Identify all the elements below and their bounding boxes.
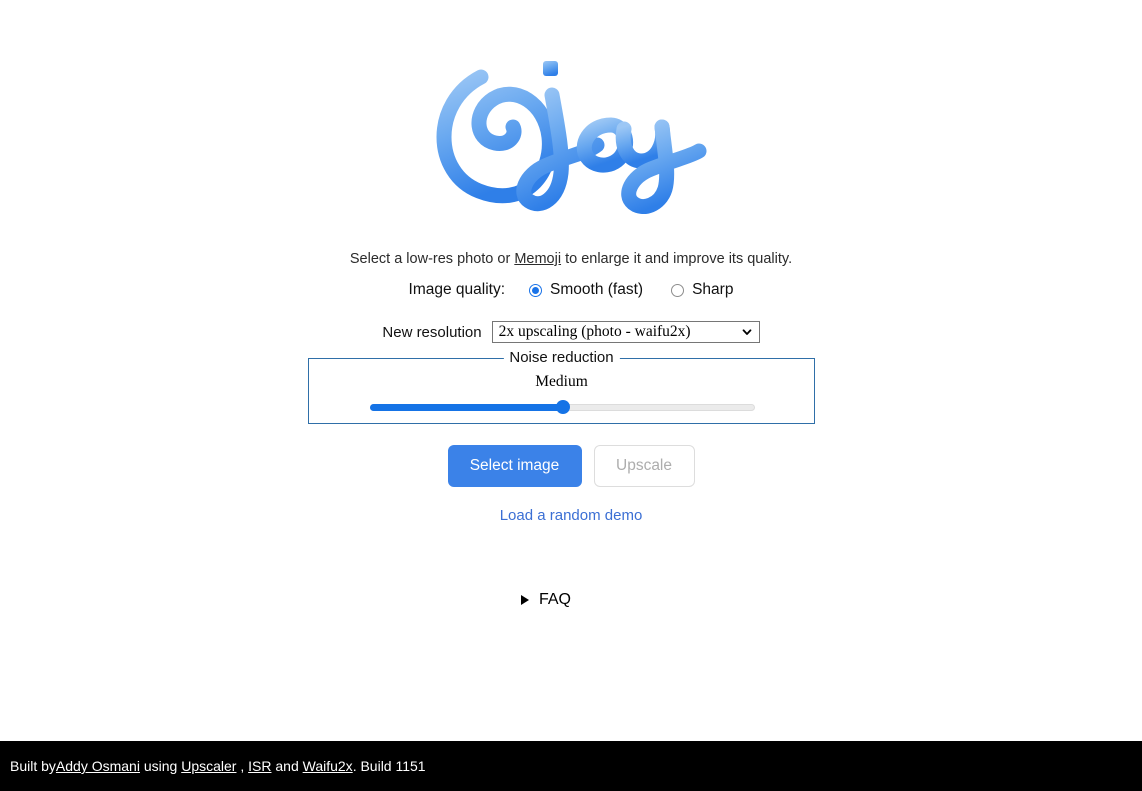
memoji-link[interactable]: Memoji [514, 251, 561, 267]
footer-separator-2: and [271, 758, 303, 774]
action-buttons: Select image Upscale [0, 445, 1142, 487]
radio-option-sharp[interactable]: Sharp [671, 281, 733, 299]
tagline-after: to enlarge it and improve its quality. [561, 251, 793, 267]
page-footer: Built by Addy Osmani using Upscaler , IS… [0, 741, 1142, 791]
tagline: Select a low-res photo or Memoji to enla… [0, 249, 1142, 269]
noise-reduction-slider[interactable] [370, 400, 755, 414]
radio-smooth-indicator[interactable] [529, 283, 543, 297]
demo-link-row: Load a random demo [0, 507, 1142, 525]
select-image-button[interactable]: Select image [447, 445, 582, 487]
upscale-button[interactable]: Upscale [593, 445, 695, 487]
disclosure-triangle-icon [520, 595, 529, 605]
load-random-demo-link[interactable]: Load a random demo [500, 507, 643, 524]
footer-isr-link[interactable]: ISR [248, 758, 271, 774]
noise-reduction-value: Medium [535, 373, 588, 390]
footer-using: using [139, 758, 182, 774]
radio-smooth-label: Smooth (fast) [550, 281, 644, 298]
tagline-before: Select a low-res photo or [349, 251, 515, 267]
slider-track-fill [370, 404, 563, 411]
new-resolution-row: New resolution 2x upscaling (photo - wai… [0, 321, 1142, 343]
radio-sharp-label: Sharp [692, 281, 734, 298]
faq-label: FAQ [538, 591, 571, 608]
noise-reduction-legend: Noise reduction [503, 349, 620, 366]
footer-upscaler-link[interactable]: Upscaler [181, 758, 236, 774]
app-logo [0, 28, 1142, 228]
footer-waifu2x-link[interactable]: Waifu2x [303, 758, 353, 774]
radio-option-smooth[interactable]: Smooth (fast) [529, 281, 643, 299]
new-resolution-value: 2x upscaling (photo - waifu2x) [498, 323, 691, 340]
footer-built-by: Built by [10, 758, 56, 774]
footer-author-link[interactable]: Addy Osmani [56, 758, 140, 774]
footer-build: . Build 1151 [352, 758, 426, 774]
ojoy-wordmark [436, 61, 707, 214]
slider-thumb[interactable] [555, 400, 570, 414]
noise-reduction-fieldset: Noise reduction Medium [308, 349, 815, 424]
new-resolution-select[interactable]: 2x upscaling (photo - waifu2x) [491, 321, 760, 343]
footer-separator-1: , [236, 758, 249, 774]
logo-dot [543, 61, 558, 76]
new-resolution-label: New resolution [382, 323, 482, 341]
image-quality-label: Image quality: [408, 281, 506, 298]
faq-disclosure[interactable]: FAQ [520, 591, 571, 609]
chevron-down-icon [742, 329, 752, 335]
image-quality-group: Image quality: Smooth (fast) Sharp [0, 281, 1142, 299]
faq-section: FAQ [0, 591, 1142, 609]
radio-sharp-indicator[interactable] [671, 283, 685, 297]
